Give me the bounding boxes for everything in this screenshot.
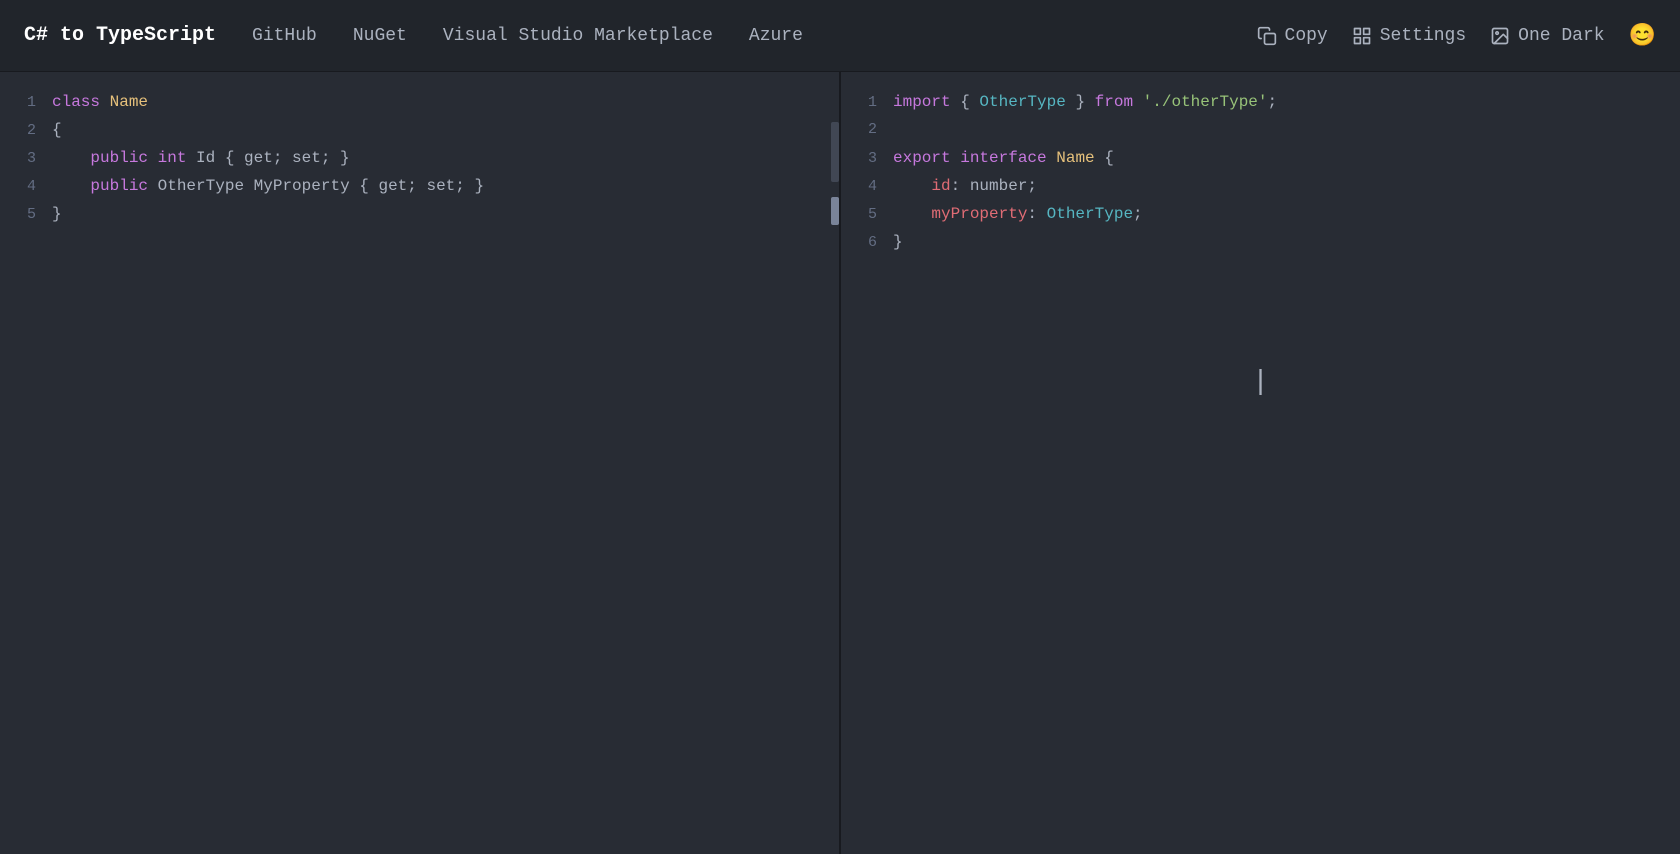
settings-label: Settings [1380, 26, 1466, 46]
line-content: } [893, 228, 1664, 256]
line-content: import { OtherType } from './otherType'; [893, 88, 1664, 116]
code-token: Name [110, 93, 148, 111]
code-token: : number; [951, 177, 1037, 195]
code-token [52, 177, 90, 195]
line-content: public int Id { get; set; } [52, 144, 823, 172]
code-token: OtherType [158, 177, 244, 195]
code-token [52, 149, 90, 167]
code-line: 4 id: number; [857, 172, 1664, 200]
code-token: : [1027, 205, 1046, 223]
theme-button[interactable]: One Dark [1490, 26, 1604, 46]
line-number: 4 [857, 173, 893, 201]
code-line: 4 public OtherType MyProperty { get; set… [16, 172, 823, 200]
code-token: MyProperty { get; set; } [244, 177, 484, 195]
right-code-container: 1import { OtherType } from './otherType'… [841, 88, 1680, 256]
image-icon [1490, 26, 1510, 46]
left-scrollbar[interactable] [831, 122, 839, 182]
code-line: 2 [857, 116, 1664, 144]
code-token: Id { get; set; } [196, 149, 350, 167]
code-token: Name [1056, 149, 1094, 167]
code-token: } [52, 205, 62, 223]
code-token: } [893, 233, 903, 251]
code-token: class [52, 93, 110, 111]
theme-label: One Dark [1518, 26, 1604, 46]
navbar: C# to TypeScript GitHub NuGet Visual Stu… [0, 0, 1680, 72]
nav-link-marketplace[interactable]: Visual Studio Marketplace [443, 26, 713, 46]
code-token: from [1095, 93, 1133, 111]
right-panel[interactable]: 1import { OtherType } from './otherType'… [841, 72, 1680, 854]
code-token [1047, 149, 1057, 167]
line-number: 5 [857, 201, 893, 229]
code-token: myProperty [931, 205, 1027, 223]
code-token: { [1095, 149, 1114, 167]
nav-left: C# to TypeScript GitHub NuGet Visual Stu… [24, 24, 1257, 47]
main-content: 1class Name2{3 public int Id { get; set;… [0, 72, 1680, 854]
line-content: export interface Name { [893, 144, 1664, 172]
copy-icon [1257, 26, 1277, 46]
code-line: 6} [857, 228, 1664, 256]
line-number: 6 [857, 229, 893, 257]
line-number: 4 [16, 173, 52, 201]
app-title: C# to TypeScript [24, 24, 216, 47]
nav-link-github[interactable]: GitHub [252, 26, 317, 46]
line-content: class Name [52, 88, 823, 116]
code-token: './otherType' [1143, 93, 1268, 111]
code-token: ; [1268, 93, 1278, 111]
line-number: 5 [16, 201, 52, 229]
nav-link-nuget[interactable]: NuGet [353, 26, 407, 46]
line-content: myProperty: OtherType; [893, 200, 1664, 228]
line-number: 2 [857, 116, 893, 144]
code-line: 3export interface Name { [857, 144, 1664, 172]
code-token: OtherType [979, 93, 1065, 111]
line-number: 1 [857, 89, 893, 117]
code-line: 2{ [16, 116, 823, 144]
line-content: { [52, 116, 823, 144]
code-token [893, 205, 931, 223]
code-line: 5 myProperty: OtherType; [857, 200, 1664, 228]
emoji-button[interactable]: 😊 [1629, 23, 1656, 49]
grid-icon [1352, 26, 1372, 46]
emoji-icon: 😊 [1629, 23, 1656, 49]
copy-label: Copy [1285, 26, 1328, 46]
text-cursor: | [1252, 367, 1269, 398]
code-token: OtherType [1047, 205, 1133, 223]
code-token: { [951, 93, 980, 111]
code-token: int [158, 149, 196, 167]
line-number: 3 [857, 145, 893, 173]
line-content: public OtherType MyProperty { get; set; … [52, 172, 823, 200]
code-token: export [893, 149, 951, 167]
code-token: { [52, 121, 62, 139]
nav-right: Copy Settings One Dark [1257, 23, 1656, 49]
code-token: ; [1133, 205, 1143, 223]
code-line: 1import { OtherType } from './otherType'… [857, 88, 1664, 116]
code-token: interface [960, 149, 1046, 167]
line-number: 1 [16, 89, 52, 117]
nav-link-azure[interactable]: Azure [749, 26, 803, 46]
code-token: } [1066, 93, 1095, 111]
code-token [1133, 93, 1143, 111]
code-token: id [931, 177, 950, 195]
left-panel[interactable]: 1class Name2{3 public int Id { get; set;… [0, 72, 839, 854]
line-content: id: number; [893, 172, 1664, 200]
settings-button[interactable]: Settings [1352, 26, 1466, 46]
code-token: public [90, 177, 157, 195]
line-number: 2 [16, 117, 52, 145]
code-token: public [90, 149, 157, 167]
code-token [893, 177, 931, 195]
code-line: 5} [16, 200, 823, 228]
left-scrollbar-active[interactable] [831, 197, 839, 225]
line-number: 3 [16, 145, 52, 173]
line-content: } [52, 200, 823, 228]
copy-button[interactable]: Copy [1257, 26, 1328, 46]
left-code-container: 1class Name2{3 public int Id { get; set;… [0, 88, 839, 228]
code-token: import [893, 93, 951, 111]
code-line: 3 public int Id { get; set; } [16, 144, 823, 172]
code-token [951, 149, 961, 167]
code-line: 1class Name [16, 88, 823, 116]
